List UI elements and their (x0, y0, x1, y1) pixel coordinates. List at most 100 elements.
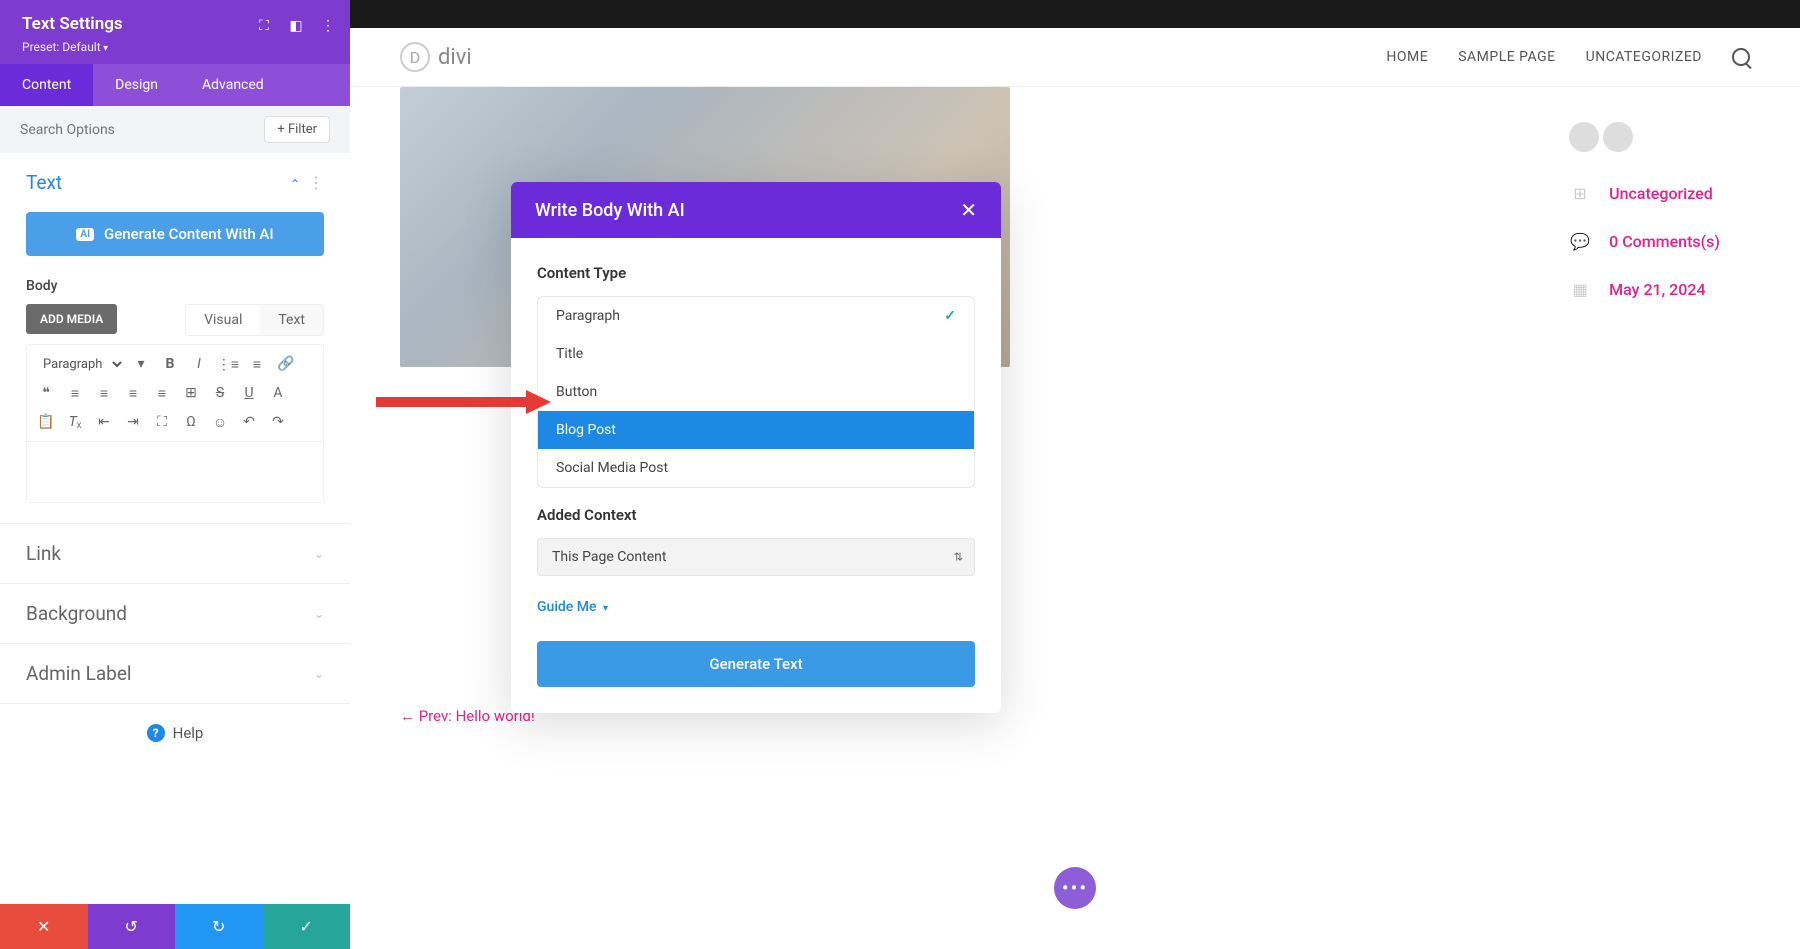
tab-advanced[interactable]: Advanced (180, 64, 286, 106)
section-text: Text ⌃⋮ AI Generate Content With AI Body… (0, 153, 350, 524)
more-icon[interactable]: ⋮ (320, 18, 336, 34)
format-select[interactable]: Paragraph (33, 353, 125, 376)
avatar[interactable] (1603, 122, 1633, 152)
preset-dropdown[interactable]: Preset: Default (22, 40, 328, 54)
tab-design[interactable]: Design (93, 64, 180, 106)
table-icon[interactable]: ⊞ (178, 380, 204, 406)
bold-icon[interactable]: B (157, 351, 183, 377)
search-bar: + Filter (0, 106, 350, 153)
undo-icon[interactable]: ↶ (236, 409, 262, 435)
nav-uncategorized[interactable]: UNCATEGORIZED (1586, 49, 1702, 65)
align-right-icon[interactable]: ≡ (120, 380, 146, 406)
outdent-icon[interactable]: ⇤ (91, 409, 117, 435)
editor-mode-tabs: Visual Text (185, 304, 324, 336)
align-left-icon[interactable]: ≡ (62, 380, 88, 406)
chevron-down-icon: ⌄ (314, 667, 324, 681)
option-title[interactable]: Title (538, 335, 974, 373)
section-link: Link ⌄ (0, 524, 350, 584)
align-center-icon[interactable]: ≡ (91, 380, 117, 406)
guide-me-link[interactable]: Guide Me (537, 599, 608, 615)
meta-category[interactable]: ⊞ Uncategorized (1569, 182, 1720, 204)
context-label: Added Context (537, 506, 975, 524)
underline-icon[interactable]: U (236, 380, 262, 406)
undo-button[interactable]: ↺ (88, 904, 176, 949)
avatar[interactable] (1569, 122, 1599, 152)
text-tab[interactable]: Text (260, 305, 323, 335)
content-type-label: Content Type (537, 264, 975, 282)
meta-comments[interactable]: 💬 0 Comments(s) (1569, 230, 1720, 252)
chevron-down-icon: ⌄ (314, 547, 324, 561)
clear-format-icon[interactable]: Tₓ (62, 409, 88, 435)
indent-icon[interactable]: ⇥ (120, 409, 146, 435)
text-color-icon[interactable]: A (265, 380, 291, 406)
add-media-button[interactable]: ADD MEDIA (26, 304, 117, 334)
content-type-list: Paragraph ✓ Title Button Blog Post Socia… (537, 296, 975, 488)
logo-icon: D (400, 42, 430, 72)
option-paragraph[interactable]: Paragraph ✓ (538, 297, 974, 335)
help-icon: ? (147, 724, 165, 742)
section-text-header[interactable]: Text ⌃⋮ (0, 153, 350, 212)
option-button[interactable]: Button (538, 373, 974, 411)
emoji-icon[interactable]: ☺ (207, 409, 233, 435)
search-input[interactable] (20, 122, 254, 138)
generate-ai-button[interactable]: AI Generate Content With AI (26, 212, 324, 256)
option-social-media[interactable]: Social Media Post (538, 449, 974, 487)
help-link[interactable]: ? Help (0, 704, 350, 762)
generate-text-button[interactable]: Generate Text (537, 641, 975, 687)
site-nav: D divi HOME SAMPLE PAGE UNCATEGORIZED (350, 28, 1800, 87)
chevron-down-icon: ⌄ (314, 607, 324, 621)
section-more-icon[interactable]: ⋮ (308, 173, 324, 192)
editor-textarea[interactable] (27, 442, 323, 502)
align-justify-icon[interactable]: ≡ (149, 380, 175, 406)
fullscreen-icon[interactable]: ⛶ (149, 409, 175, 435)
nav-sample-page[interactable]: SAMPLE PAGE (1458, 49, 1555, 65)
fab-button[interactable]: ••• (1054, 867, 1096, 909)
chevron-down-icon[interactable]: ▾ (128, 351, 154, 377)
search-icon[interactable] (1732, 48, 1750, 66)
site-logo[interactable]: D divi (400, 42, 472, 72)
body-label: Body (26, 278, 324, 294)
filter-button[interactable]: + Filter (264, 116, 330, 143)
strikethrough-icon[interactable]: S (207, 380, 233, 406)
sidebar-header: Text Settings Preset: Default ⛶ ◧ ⋮ (0, 0, 350, 64)
italic-icon[interactable]: I (186, 351, 212, 377)
sidebar-footer: ✕ ↺ ↻ ✓ (0, 904, 350, 949)
grid-icon: ⊞ (1569, 182, 1591, 204)
section-link-header[interactable]: Link ⌄ (0, 524, 350, 583)
calendar-icon: ▦ (1569, 278, 1591, 300)
sidebar-body: Text ⌃⋮ AI Generate Content With AI Body… (0, 153, 350, 904)
context-select[interactable]: This Page Content (537, 538, 975, 576)
dock-icon[interactable]: ◧ (288, 18, 304, 34)
section-admin-label: Admin Label ⌄ (0, 644, 350, 704)
ai-modal: Write Body With AI ✕ Content Type Paragr… (511, 182, 1001, 713)
paste-icon[interactable]: 📋 (33, 409, 59, 435)
section-background-header[interactable]: Background ⌄ (0, 584, 350, 643)
cancel-button[interactable]: ✕ (0, 904, 88, 949)
visual-tab[interactable]: Visual (186, 305, 260, 335)
modal-title: Write Body With AI (535, 200, 685, 221)
close-icon[interactable]: ✕ (960, 198, 977, 222)
nav-home[interactable]: HOME (1386, 49, 1428, 65)
section-admin-header[interactable]: Admin Label ⌄ (0, 644, 350, 703)
expand-icon[interactable]: ⛶ (256, 18, 272, 34)
author-avatars (1569, 122, 1720, 152)
rich-text-editor: Paragraph ▾ B I ⋮≡ ≡ 🔗 ❝ ≡ ≡ ≡ ≡ ⊞ S (26, 344, 324, 503)
link-icon[interactable]: 🔗 (273, 351, 299, 377)
post-meta: ⊞ Uncategorized 💬 0 Comments(s) ▦ May 21… (1569, 122, 1720, 300)
tab-content[interactable]: Content (0, 64, 93, 106)
option-blog-post[interactable]: Blog Post (538, 411, 974, 449)
context-select-wrap: This Page Content (537, 538, 975, 576)
redo-button[interactable]: ↻ (175, 904, 263, 949)
modal-header: Write Body With AI ✕ (511, 182, 1001, 238)
editor-toolbar: Paragraph ▾ B I ⋮≡ ≡ 🔗 ❝ ≡ ≡ ≡ ≡ ⊞ S (27, 345, 323, 442)
omega-icon[interactable]: Ω (178, 409, 204, 435)
meta-date: ▦ May 21, 2024 (1569, 278, 1720, 300)
annotation-arrow (376, 390, 551, 418)
redo-icon[interactable]: ↷ (265, 409, 291, 435)
window-topbar (350, 0, 1800, 28)
bullet-list-icon[interactable]: ⋮≡ (215, 351, 241, 377)
save-button[interactable]: ✓ (263, 904, 351, 949)
comment-icon: 💬 (1569, 230, 1591, 252)
quote-icon[interactable]: ❝ (33, 380, 59, 406)
number-list-icon[interactable]: ≡ (244, 351, 270, 377)
